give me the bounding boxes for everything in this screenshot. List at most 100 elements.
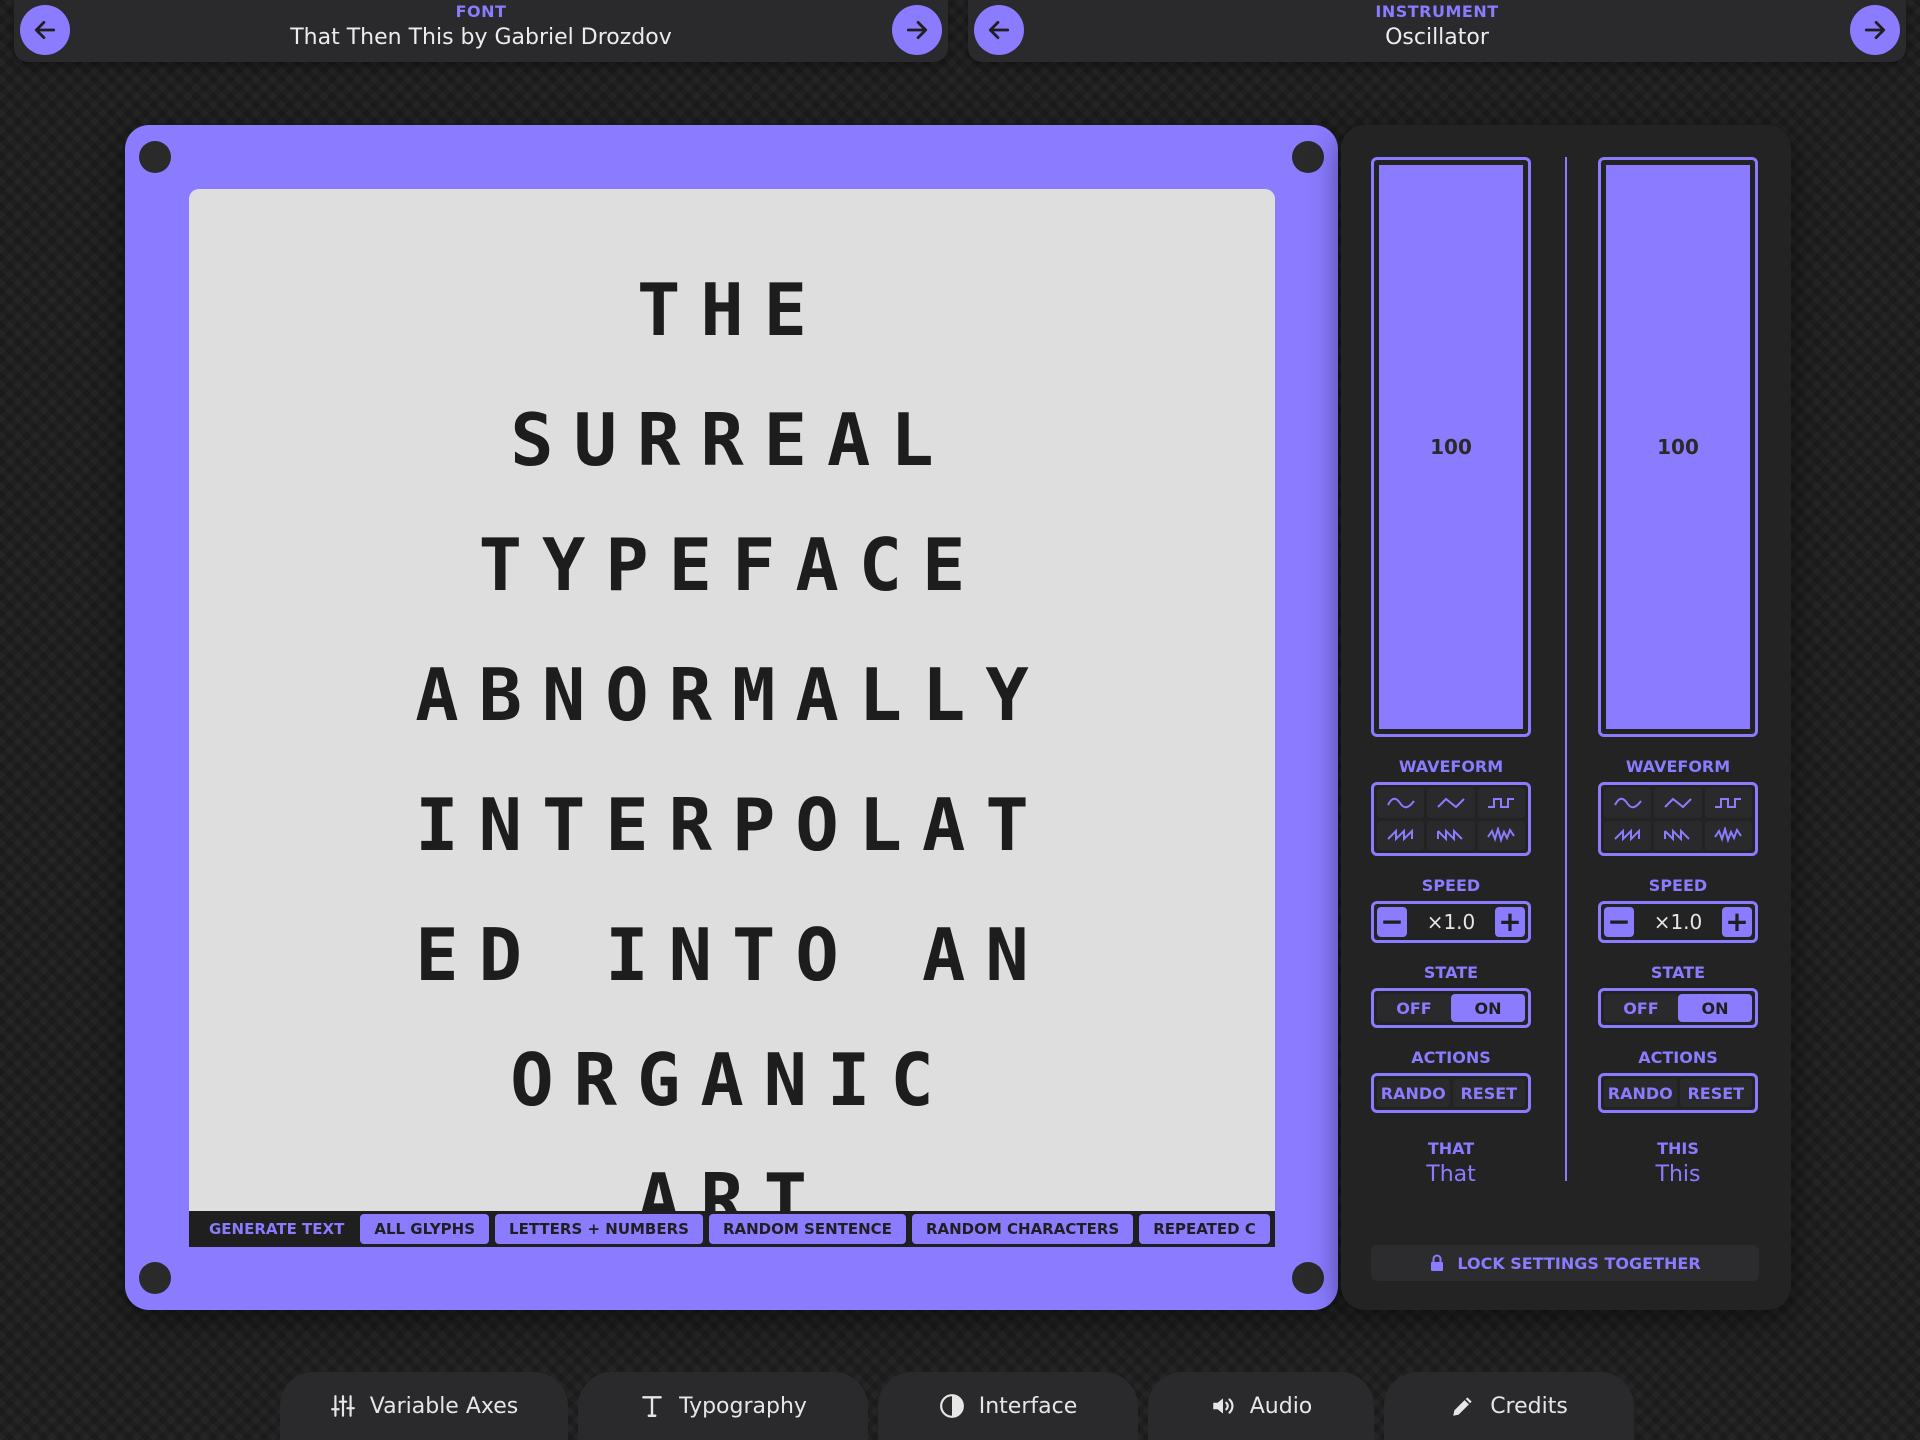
tab-typography[interactable]: Typography [578,1372,868,1440]
preview-text: THE SURREAL TYPEFACE ABNORMALLY INTERPOL… [189,189,1275,1211]
waveform-selector [1371,782,1531,856]
font-selector-bar: FONT That Then This by Gabriel Drozdov [14,0,948,62]
sawtooth-wave-icon [1386,828,1413,842]
instrument-caption: INSTRUMENT [1375,2,1499,21]
actions-label: ACTIONS [1638,1048,1718,1067]
text-preview-area[interactable]: THE SURREAL TYPEFACE ABNORMALLY INTERPOL… [189,189,1275,1211]
generate-text-toolbar: GENERATE TEXT ALL GLYPHS LETTERS + NUMBE… [189,1211,1275,1247]
state-off-option[interactable]: OFF [1604,994,1678,1022]
axis-name: That [1426,1162,1476,1187]
arrow-right-icon [906,21,928,39]
preview-frame: THE SURREAL TYPEFACE ABNORMALLY INTERPOL… [125,125,1338,1310]
screw-decoration [1292,1262,1324,1294]
noise-wave-icon [1714,827,1743,844]
lock-icon [1431,1254,1444,1271]
waveform-label: WAVEFORM [1398,757,1504,776]
waveform-label: WAVEFORM [1625,757,1731,776]
speaker-icon [1212,1398,1234,1414]
waveform-sawtooth-button[interactable] [1377,820,1425,850]
axis-column-that: 100 WAVEFORM SPEED − ×1.0 + STATE OFF ON… [1371,157,1531,1187]
preview-line: INTERPOLAT [415,783,1049,867]
speed-decrease-button[interactable]: − [1604,907,1634,937]
waveform-sine-button[interactable] [1377,788,1425,818]
tab-label: Credits [1490,1393,1568,1419]
axis-caption: THAT [1427,1139,1475,1158]
state-toggle[interactable]: OFF ON [1598,988,1758,1028]
waveform-selector [1598,782,1758,856]
screw-decoration [139,141,171,173]
tab-audio[interactable]: Audio [1148,1372,1374,1440]
actions-label: ACTIONS [1411,1048,1491,1067]
tab-variable-axes[interactable]: Variable Axes [280,1372,568,1440]
sawtooth-wave-icon [1613,828,1640,842]
waveform-triangle-button[interactable] [1654,788,1702,818]
waveform-noise-button[interactable] [1704,820,1752,850]
bottom-tab-bar: Variable Axes Typography Interface Audio… [280,1372,1634,1440]
font-caption: FONT [455,2,507,21]
rando-button[interactable]: RANDO [1377,1079,1450,1107]
letters-numbers-button[interactable]: LETTERS + NUMBERS [495,1214,703,1244]
axis-column-this: 100 WAVEFORM SPEED − ×1.0 + STATE OFF ON… [1598,157,1758,1187]
speed-decrease-button[interactable]: − [1377,907,1407,937]
state-off-option[interactable]: OFF [1377,994,1451,1022]
speed-stepper: − ×1.0 + [1371,901,1531,943]
sine-wave-icon [1386,797,1415,808]
all-glyphs-button[interactable]: ALL GLYPHS [360,1214,490,1244]
state-label: STATE [1650,963,1706,982]
waveform-triangle-button[interactable] [1427,788,1475,818]
waveform-reverse-sawtooth-button[interactable] [1654,820,1702,850]
next-font-button[interactable] [892,5,942,55]
sliders-icon [330,1395,355,1417]
noise-wave-icon [1487,827,1516,844]
axis-slider[interactable]: 100 [1598,157,1758,737]
preview-line: SURREAL [510,398,954,482]
square-wave-icon [1715,797,1742,808]
state-toggle[interactable]: OFF ON [1371,988,1531,1028]
preview-line: THE [636,268,828,352]
random-sentence-button[interactable]: RANDOM SENTENCE [708,1214,906,1244]
screw-decoration [139,1262,171,1294]
preview-line: ART [636,1158,828,1211]
axis-name: This [1655,1162,1701,1187]
actions-group: RANDO RESET [1371,1073,1531,1113]
axis-slider[interactable]: 100 [1371,157,1531,737]
state-on-option[interactable]: ON [1678,994,1752,1022]
speed-value: ×1.0 [1653,910,1703,934]
tab-interface[interactable]: Interface [878,1372,1138,1440]
preview-line: ABNORMALLY [415,653,1049,737]
waveform-sine-button[interactable] [1604,788,1652,818]
waveform-noise-button[interactable] [1477,820,1525,850]
axis-control-panel: 100 WAVEFORM SPEED − ×1.0 + STATE OFF ON… [1341,125,1791,1310]
next-instrument-button[interactable] [1850,5,1900,55]
arrow-right-icon [1864,21,1886,39]
triangle-wave-icon [1664,797,1692,809]
speed-increase-button[interactable]: + [1494,907,1525,937]
lock-settings-button[interactable]: LOCK SETTINGS TOGETHER [1371,1245,1759,1281]
state-label: STATE [1423,963,1479,982]
rando-button[interactable]: RANDO [1604,1079,1677,1107]
waveform-square-button[interactable] [1477,788,1525,818]
generate-text-label: GENERATE TEXT [209,1220,345,1238]
speed-stepper: − ×1.0 + [1598,901,1758,943]
column-divider [1565,157,1567,1181]
waveform-square-button[interactable] [1704,788,1752,818]
reset-button[interactable]: RESET [1679,1079,1752,1107]
contrast-icon [939,1394,964,1418]
random-characters-button[interactable]: RANDOM CHARACTERS [911,1214,1134,1244]
tab-label: Typography [679,1393,807,1419]
waveform-reverse-sawtooth-button[interactable] [1427,820,1475,850]
repeated-characters-button[interactable]: REPEATED C [1139,1214,1270,1244]
state-on-option[interactable]: ON [1451,994,1525,1022]
triangle-wave-icon [1437,797,1465,809]
type-icon [642,1396,662,1417]
axis-caption: THIS [1657,1139,1699,1158]
pencil-icon [1453,1397,1472,1416]
speed-increase-button[interactable]: + [1721,907,1752,937]
screw-decoration [1292,141,1324,173]
font-name: That Then This by Gabriel Drozdov [290,25,672,50]
reset-button[interactable]: RESET [1452,1079,1525,1107]
waveform-sawtooth-button[interactable] [1604,820,1652,850]
preview-line: ED INTO AN [415,913,1049,997]
preview-line: TYPEFACE [478,523,986,607]
tab-credits[interactable]: Credits [1384,1372,1634,1440]
